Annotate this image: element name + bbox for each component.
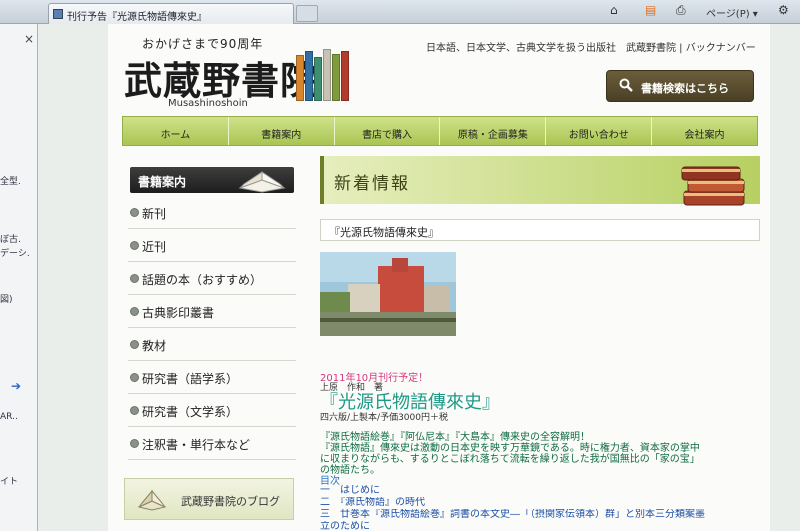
nav-home[interactable]: ホーム xyxy=(123,117,229,145)
news-entry-title[interactable]: 『光源氏物語傳來史』 xyxy=(320,219,760,241)
feed-icon[interactable]: ▤ xyxy=(645,3,656,17)
book-specs: 四六版/上製本/予価3000円＋税 xyxy=(320,413,448,423)
menu-item-featured[interactable]: 話題の本（おすすめ） xyxy=(128,262,296,295)
book-search-button[interactable]: 書籍検索はこちら xyxy=(606,70,754,102)
page-viewport: おかげさまで90周年 武蔵野書院 Musashinoshoin 日本語、日本文学… xyxy=(38,24,800,531)
nav-submissions[interactable]: 原稿・企画募集 xyxy=(440,117,547,145)
pane-item[interactable]: ぼ古. xyxy=(0,232,21,245)
site-logo[interactable]: 武蔵野書院 xyxy=(124,50,319,105)
pane-item[interactable]: デーシ. xyxy=(0,246,30,259)
menu-item-new[interactable]: 新刊 xyxy=(128,196,296,229)
menu-label: 研究書（語学系） xyxy=(142,372,239,386)
menu-item-upcoming[interactable]: 近刊 xyxy=(128,229,296,262)
nav-buy[interactable]: 書店で購入 xyxy=(335,117,441,145)
bullet-icon xyxy=(130,274,139,283)
bullet-icon xyxy=(130,340,139,349)
tools-gear-icon[interactable]: ⚙ xyxy=(778,3,789,17)
main-nav: ホーム 書籍案内 書店で購入 原稿・企画募集 お問い合わせ 会社案内 xyxy=(122,116,758,146)
book-icon xyxy=(137,489,167,511)
site-container: おかげさまで90周年 武蔵野書院 Musashinoshoin 日本語、日本文学… xyxy=(108,24,770,531)
menu-label: 古典影印叢書 xyxy=(142,306,215,320)
book-menu: 新刊 近刊 話題の本（おすすめ） 古典影印叢書 教材 研究書（語学系） 研究書（… xyxy=(128,196,296,460)
menu-label: 研究書（文学系） xyxy=(142,405,239,419)
blog-label: 武蔵野書院のブログ xyxy=(181,495,280,508)
book-description: 『源氏物語絵巻』『阿仏尼本』『大島本』傳来史の全容解明！ 『源氏物語』傳來史は激… xyxy=(320,432,760,476)
menu-label: 新刊 xyxy=(142,207,167,221)
nav-books[interactable]: 書籍案内 xyxy=(229,117,335,145)
toc-item: 三 廿巻本『源氏物語絵巻』詞書の本文史―「（摂関家伝領本）群」と別本三分類案墨 xyxy=(320,509,705,520)
bullet-icon xyxy=(130,406,139,415)
menu-label: 教材 xyxy=(142,339,167,353)
print-icon[interactable]: ⎙ xyxy=(676,3,686,18)
description-line: 『源氏物語絵巻』『阿仏尼本』『大島本』傳来史の全容解明！ xyxy=(320,432,590,443)
toc-item: 一 はじめに xyxy=(320,485,380,496)
home-icon[interactable]: ⌂ xyxy=(610,3,618,17)
books-logo-image xyxy=(296,49,352,101)
tab-title: 刊行予告『光源氏物語傳來史』 xyxy=(67,12,207,23)
blog-banner[interactable]: 武蔵野書院のブログ xyxy=(124,478,294,520)
close-icon[interactable]: × xyxy=(24,32,34,46)
description-line: に収まりながらも、するりとこぼれ落ちて流転を繰り返した我が国無比の「家の宝」 xyxy=(320,454,700,465)
bullet-icon xyxy=(130,208,139,217)
toc-item: 二 『源氏物語』の時代 xyxy=(320,497,425,508)
pane-item[interactable]: イト xyxy=(0,474,18,487)
favorites-pane: × 全型. ぼ古. デーシ. 図) ➔ AR.. イト xyxy=(0,24,38,531)
nav-company[interactable]: 会社案内 xyxy=(652,117,757,145)
menu-label: 注釈書・単行本など xyxy=(142,438,251,452)
nav-contact[interactable]: お問い合わせ xyxy=(546,117,653,145)
browser-tab[interactable]: 刊行予告『光源氏物語傳來史』 xyxy=(48,3,294,24)
menu-item-annotations[interactable]: 注釈書・単行本など xyxy=(128,427,296,460)
menu-item-linguistics[interactable]: 研究書（語学系） xyxy=(128,361,296,394)
browser-toolbar: 刊行予告『光源氏物語傳來史』 ⌂ ▤ ⎙ ページ(P) ▾ ⚙ xyxy=(0,0,800,24)
bullet-icon xyxy=(130,373,139,382)
favicon-icon xyxy=(53,9,63,19)
description-line: の物語たち。 xyxy=(320,465,380,476)
search-button-label: 書籍検索はこちら xyxy=(641,82,729,95)
building-photo xyxy=(320,252,456,336)
pane-item[interactable]: AR.. xyxy=(0,412,18,422)
table-of-contents: 一 はじめに 二 『源氏物語』の時代 三 廿巻本『源氏物語絵巻』詞書の本文史―「… xyxy=(320,485,760,531)
arrow-right-icon[interactable]: ➔ xyxy=(11,379,21,393)
bullet-icon xyxy=(130,241,139,250)
menu-item-textbooks[interactable]: 教材 xyxy=(128,328,296,361)
description-line: 『源氏物語』傳來史は激動の日本史を映す万華鏡である。時に権力者、資本家の掌中 xyxy=(320,443,700,454)
pane-item[interactable]: 全型. xyxy=(0,174,21,187)
bullet-icon xyxy=(130,307,139,316)
open-book-icon xyxy=(238,171,286,193)
menu-label: 話題の本（おすすめ） xyxy=(142,273,263,287)
page-menu-button[interactable]: ページ(P) ▾ xyxy=(706,5,758,20)
pane-item[interactable]: 図) xyxy=(0,292,13,305)
toc-item: 立のために xyxy=(320,521,370,531)
header-links[interactable]: 日本語、日本文学、古典文学を扱う出版社 武蔵野書院 | バックナンバー xyxy=(426,39,756,54)
logo-romaji: Musashinoshoin xyxy=(168,98,248,109)
bullet-icon xyxy=(130,439,139,448)
menu-label: 近刊 xyxy=(142,240,167,254)
book-stack-icon xyxy=(681,166,745,206)
search-icon xyxy=(619,78,633,92)
menu-item-literature[interactable]: 研究書（文学系） xyxy=(128,394,296,427)
new-tab-button[interactable] xyxy=(296,5,318,22)
menu-item-facsimile[interactable]: 古典影印叢書 xyxy=(128,295,296,328)
